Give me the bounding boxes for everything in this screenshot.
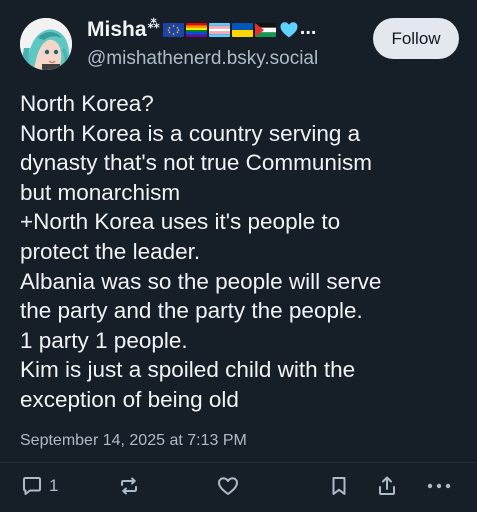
reply-count: 1 [49,476,59,495]
post-text-line: exception of being old [20,386,239,412]
post-thread-view: Misha ⁂ ... @mishathenerd.bsky.social Fo… [0,0,477,512]
display-name: Misha [87,18,147,41]
avatar[interactable] [20,18,72,70]
post-text-line: but monarchism [20,179,181,205]
post-text-line: +North Korea uses it's people to [20,209,341,235]
palestine-flag-icon [254,23,276,37]
more-options-button[interactable] [425,474,453,498]
share-button[interactable] [375,474,399,498]
ukraine-flag-icon [231,23,253,37]
transgender-flag-icon [208,23,230,37]
name-decoration: ⁂ [147,17,160,31]
light-blue-heart-icon [280,22,298,38]
reply-icon [23,477,41,495]
share-icon [379,476,395,495]
post-text: North Korea? North Korea is a country ser… [20,89,465,415]
post-text-line: the party and the party the people. [20,298,363,324]
more-icon [427,483,451,489]
eu-flag-icon [162,23,184,37]
post-text-line: North Korea is a country serving a [20,120,361,146]
post-text-line: protect the leader. [20,238,201,264]
like-button[interactable] [216,474,240,498]
post-text-line: North Korea? [20,91,154,116]
like-icon [218,477,238,495]
post-text-line: Albania was so the people will serve [20,268,382,294]
post-text-line: dynasty that's not true Communism [20,150,372,176]
author-name-row[interactable]: Misha ⁂ ... [87,16,317,42]
follow-button[interactable]: Follow [373,18,459,59]
post-text-line: Kim is just a spoiled child with the [20,357,356,383]
repost-button[interactable] [117,474,141,498]
bookmark-button[interactable] [327,474,351,498]
bookmark-icon [332,477,346,495]
avatar-image [20,18,72,70]
reply-button[interactable]: 1 [20,474,58,498]
divider [0,462,477,463]
repost-icon [121,477,137,495]
rainbow-pride-flag-icon [185,23,207,37]
post-timestamp[interactable]: September 14, 2025 at 7:13 PM [20,432,247,450]
author-handle[interactable]: @mishathenerd.bsky.social [87,48,318,70]
name-truncation: ... [299,16,317,39]
post-text-line: 1 party 1 people. [20,327,188,353]
flag-emoji-group [162,23,278,37]
